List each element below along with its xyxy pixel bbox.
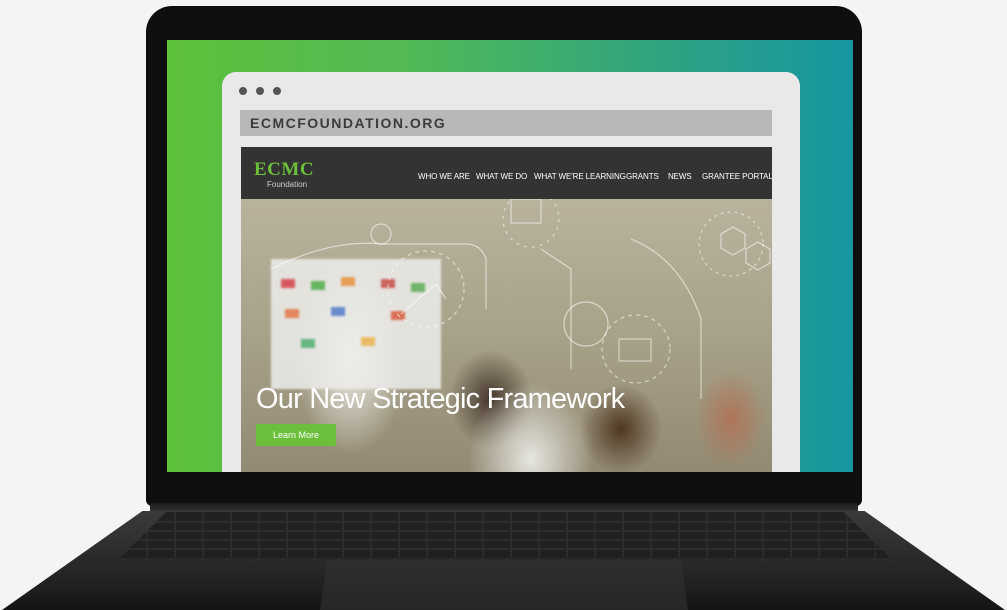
website-viewport: ECMC Foundation WHO WE ARE WHAT WE DO WH… (241, 147, 772, 472)
laptop-screen: ECMCFOUNDATION.ORG ECMC Foundation WHO W… (167, 40, 853, 472)
site-logo[interactable]: ECMC (254, 159, 314, 181)
window-dot-minimize[interactable] (256, 87, 264, 95)
nav-grantee-portal[interactable]: GRANTEE PORTAL (702, 172, 772, 181)
nav-who-we-are[interactable]: WHO WE ARE (418, 172, 470, 181)
nav-news[interactable]: NEWS (668, 172, 692, 181)
site-logo-subtitle: Foundation (267, 180, 308, 189)
hero-title: Our New Strategic Framework (256, 383, 625, 415)
site-header: ECMC Foundation WHO WE ARE WHAT WE DO WH… (241, 147, 772, 199)
nav-what-were-learning[interactable]: WHAT WE'RE LEARNING (534, 172, 626, 181)
browser-window: ECMCFOUNDATION.ORG ECMC Foundation WHO W… (222, 72, 800, 472)
nav-grants[interactable]: GRANTS (626, 172, 659, 181)
window-dot-close[interactable] (239, 87, 247, 95)
nav-what-we-do[interactable]: WHAT WE DO (476, 172, 527, 181)
keyboard (120, 512, 890, 558)
hero-banner: Our New Strategic Framework Learn More (241, 199, 772, 472)
learn-more-button[interactable]: Learn More (256, 424, 336, 446)
address-bar[interactable]: ECMCFOUNDATION.ORG (240, 110, 772, 136)
window-dot-maximize[interactable] (273, 87, 281, 95)
trackpad[interactable] (320, 560, 688, 610)
